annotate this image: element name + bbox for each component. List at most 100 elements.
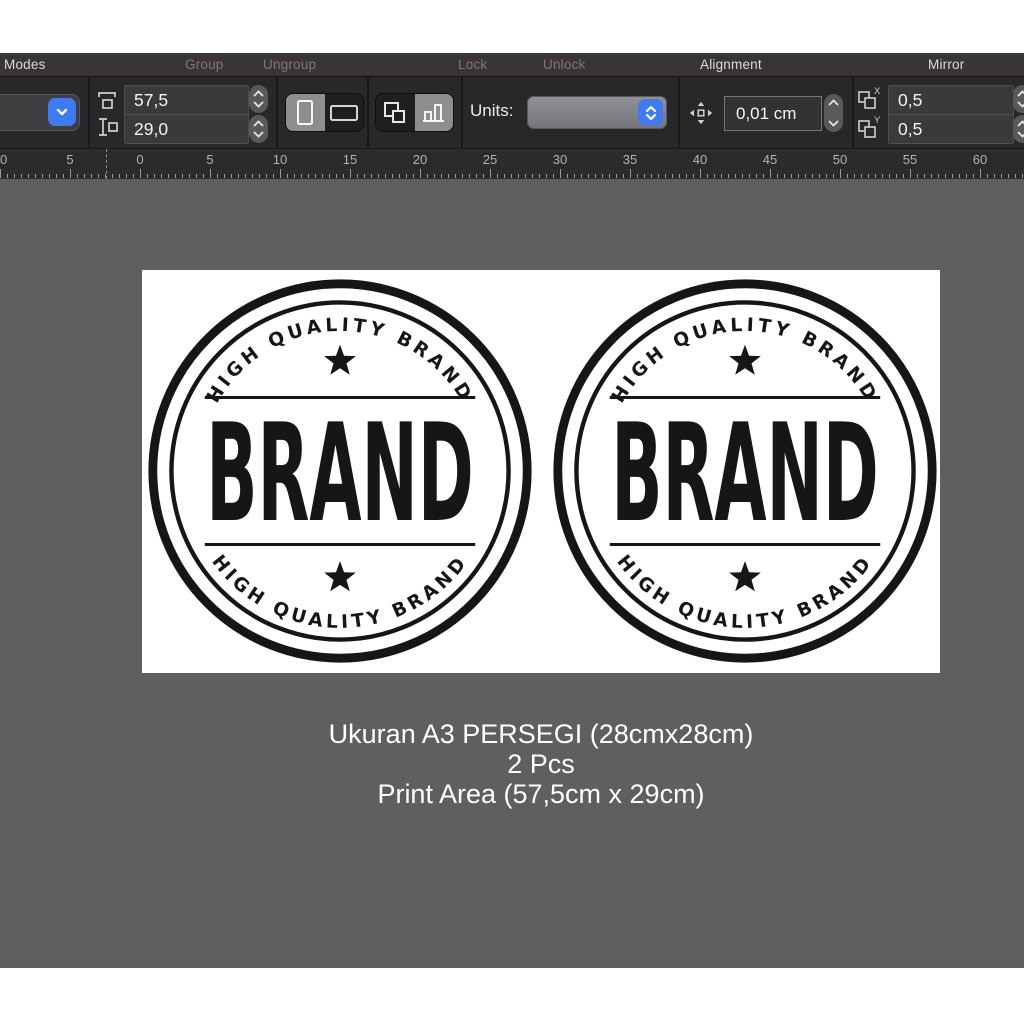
arrange-bars-toggle[interactable] bbox=[414, 94, 453, 131]
caption-text-object[interactable]: Ukuran A3 PERSEGI (28cmx28cm) 2 Pcs Prin… bbox=[142, 719, 940, 809]
ruler-tick bbox=[861, 174, 862, 178]
ruler-tick bbox=[182, 174, 183, 178]
mirror-y-icon: Y bbox=[858, 115, 881, 138]
svg-text:Y: Y bbox=[874, 115, 881, 126]
star-icon bbox=[729, 344, 761, 375]
section-label-modes: Modes bbox=[4, 57, 46, 72]
ruler-tick bbox=[798, 174, 799, 178]
duplicate-toggle[interactable] bbox=[376, 94, 415, 131]
ruler-tick bbox=[609, 174, 610, 178]
ruler-tick bbox=[238, 174, 239, 178]
width-icon bbox=[98, 92, 116, 109]
ruler-tick bbox=[721, 174, 722, 178]
height-stepper[interactable] bbox=[249, 115, 268, 143]
svg-text:X: X bbox=[874, 86, 881, 97]
width-stepper[interactable] bbox=[249, 85, 268, 113]
ruler-tick bbox=[273, 174, 274, 178]
stepper-down-icon bbox=[1017, 131, 1024, 138]
ruler-tick bbox=[574, 174, 575, 178]
ruler-tick bbox=[147, 174, 148, 178]
ruler-tick bbox=[679, 174, 680, 178]
ruler-tick bbox=[623, 174, 624, 178]
ruler-tick bbox=[413, 174, 414, 178]
ruler-tick bbox=[966, 174, 967, 178]
nudge-stepper[interactable] bbox=[824, 94, 843, 132]
ruler-tick bbox=[245, 174, 246, 178]
ruler-tick bbox=[392, 174, 393, 178]
ruler-tick bbox=[266, 174, 267, 178]
ruler-tick bbox=[119, 174, 120, 178]
ruler-tick bbox=[770, 169, 771, 178]
landscape-toggle[interactable] bbox=[324, 94, 363, 131]
ruler-tick bbox=[462, 174, 463, 178]
modes-dropdown[interactable] bbox=[0, 94, 80, 131]
nudge-distance-input[interactable]: 0,01 cm bbox=[724, 96, 822, 131]
ruler-label: 45 bbox=[762, 152, 778, 167]
ruler-tick bbox=[448, 174, 449, 178]
stepper-down-icon bbox=[253, 101, 264, 108]
ruler-tick bbox=[749, 174, 750, 178]
ruler-tick bbox=[903, 174, 904, 178]
ruler-tick bbox=[959, 174, 960, 178]
caption-line-print: Print Area (57,5cm x 29cm) bbox=[377, 779, 705, 809]
brand-badge-right[interactable]: HIGH QUALITY BRAND BRAND HIGH QUALITY BR… bbox=[549, 275, 941, 667]
ruler-label: 5 bbox=[66, 152, 74, 167]
chevron-down-icon bbox=[56, 108, 68, 116]
toolbar-divider bbox=[461, 77, 463, 148]
ruler-tick bbox=[665, 174, 666, 178]
ruler-tick bbox=[868, 174, 869, 178]
ruler-tick bbox=[371, 174, 372, 178]
modes-dropdown-button[interactable] bbox=[48, 98, 76, 126]
stepper-up-icon bbox=[253, 120, 264, 127]
height-input[interactable]: 29,0 bbox=[125, 114, 248, 143]
ruler-tick bbox=[217, 174, 218, 178]
ruler-tick bbox=[469, 174, 470, 178]
toolbar-divider bbox=[88, 77, 90, 148]
ruler-tick bbox=[441, 174, 442, 178]
ruler[interactable]: 105051015202530354045505560 bbox=[0, 148, 1024, 179]
units-dropdown-button[interactable] bbox=[638, 99, 663, 126]
ruler-tick bbox=[1015, 174, 1016, 178]
ruler-tick bbox=[126, 174, 127, 178]
toolbar-divider bbox=[678, 77, 680, 148]
unlock-button[interactable]: Unlock bbox=[543, 57, 585, 72]
ruler-tick bbox=[455, 174, 456, 178]
toolbar-divider bbox=[367, 77, 369, 148]
ruler-tick bbox=[49, 174, 50, 178]
group-button[interactable]: Group bbox=[185, 57, 224, 72]
artboard[interactable]: HIGH QUALITY BRAND BRAND HIGH QUALITY BR… bbox=[142, 270, 940, 673]
ruler-tick bbox=[924, 174, 925, 178]
brand-badge-left[interactable]: HIGH QUALITY BRAND BRAND HIGH QUALITY BR… bbox=[144, 275, 536, 667]
portrait-toggle[interactable] bbox=[286, 94, 325, 131]
ruler-tick bbox=[994, 174, 995, 178]
ruler-tick bbox=[378, 174, 379, 178]
ruler-tick bbox=[280, 169, 281, 178]
ruler-tick bbox=[490, 169, 491, 178]
ruler-tick bbox=[301, 174, 302, 178]
height-icon bbox=[99, 118, 118, 136]
ruler-tick bbox=[175, 174, 176, 178]
mirror-x-input[interactable]: 0,5 bbox=[889, 86, 1013, 114]
ruler-tick bbox=[805, 174, 806, 178]
units-dropdown[interactable] bbox=[527, 96, 667, 129]
ruler-tick bbox=[763, 174, 764, 178]
ruler-tick bbox=[931, 174, 932, 178]
ruler-label: 20 bbox=[412, 152, 428, 167]
ruler-tick bbox=[518, 174, 519, 178]
ruler-tick bbox=[420, 169, 421, 178]
mirror-y-input[interactable]: 0,5 bbox=[889, 114, 1013, 143]
ungroup-button[interactable]: Ungroup bbox=[263, 57, 316, 72]
document-canvas[interactable]: HIGH QUALITY BRAND BRAND HIGH QUALITY BR… bbox=[0, 179, 1024, 968]
badge-name-text: BRAND bbox=[611, 394, 879, 552]
ruler-tick bbox=[259, 174, 260, 178]
star-icon bbox=[324, 561, 356, 592]
ruler-tick bbox=[651, 174, 652, 178]
width-input[interactable]: 57,5 bbox=[125, 86, 248, 114]
mirror-y-stepper[interactable] bbox=[1013, 115, 1024, 143]
ruler-label: 30 bbox=[552, 152, 568, 167]
ruler-tick bbox=[756, 174, 757, 178]
ruler-tick bbox=[98, 174, 99, 178]
lock-button[interactable]: Lock bbox=[458, 57, 487, 72]
toolbar-section-labelbar: Modes Group Ungroup Lock Unlock Alignmen… bbox=[0, 53, 1024, 77]
mirror-x-stepper[interactable] bbox=[1013, 85, 1024, 113]
